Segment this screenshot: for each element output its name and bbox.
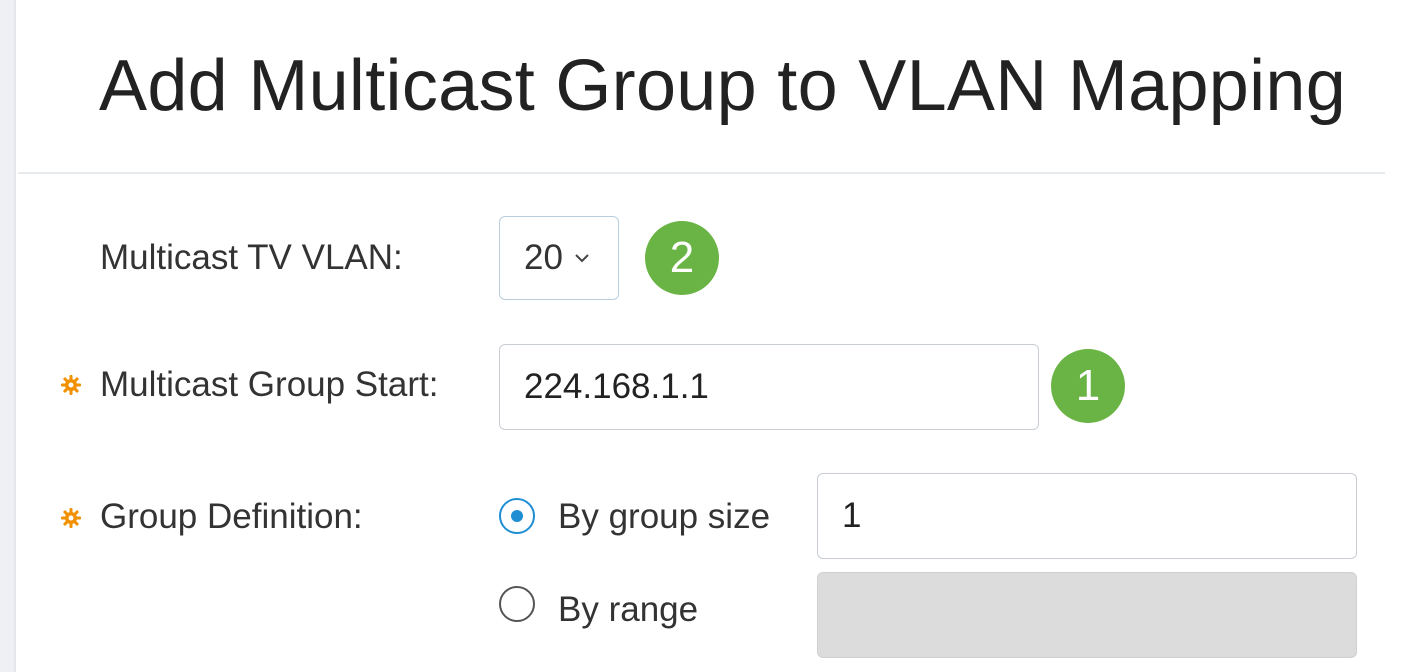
step-badge-2: 2: [645, 221, 719, 295]
required-icon: [61, 508, 81, 528]
radio-by-range[interactable]: [499, 586, 535, 622]
range-input[interactable]: [817, 572, 1357, 658]
required-icon: [61, 375, 81, 395]
radio-by-group-size[interactable]: [499, 498, 535, 534]
title-divider: [18, 172, 1385, 174]
tv-vlan-value: 20: [524, 238, 563, 277]
radio-by-group-size-label: By group size: [558, 497, 771, 536]
step-badge-1: 1: [1051, 349, 1125, 423]
tv-vlan-label: Multicast TV VLAN:: [100, 238, 403, 277]
group-definition-label: Group Definition:: [100, 497, 363, 536]
left-sidebar-edge: [0, 0, 16, 672]
chevron-down-icon: [575, 254, 589, 263]
tv-vlan-select[interactable]: 20: [499, 216, 619, 300]
page-title: Add Multicast Group to VLAN Mapping: [99, 46, 1347, 126]
group-start-label: Multicast Group Start:: [100, 365, 439, 404]
group-size-input[interactable]: 1: [817, 473, 1357, 559]
group-start-input[interactable]: 224.168.1.1: [499, 344, 1039, 430]
radio-by-range-label: By range: [558, 590, 699, 629]
